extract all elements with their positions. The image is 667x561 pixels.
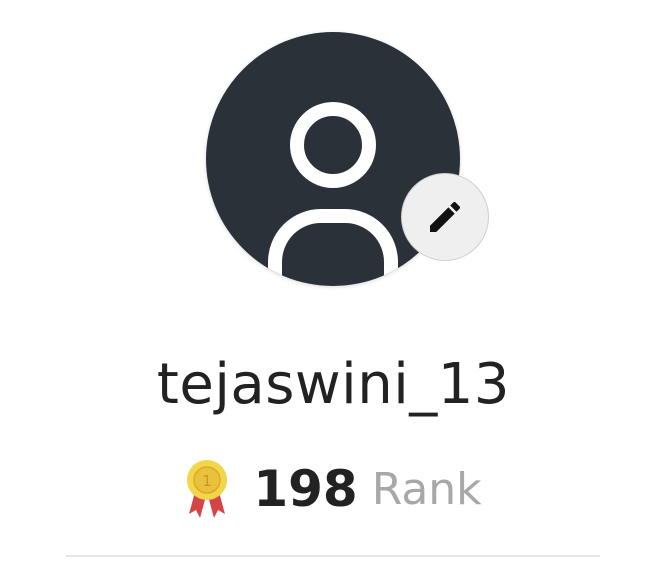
pencil-icon bbox=[430, 201, 461, 232]
medal-icon: 1 bbox=[187, 460, 228, 518]
rank-value: 198 bbox=[253, 460, 358, 518]
username: tejaswini_13 bbox=[156, 352, 511, 417]
rank-row: 1 198 Rank bbox=[0, 458, 667, 520]
divider bbox=[66, 555, 600, 557]
svg-text:1: 1 bbox=[203, 472, 213, 490]
rank-label: Rank bbox=[371, 463, 482, 515]
edit-avatar-button[interactable] bbox=[401, 173, 489, 261]
